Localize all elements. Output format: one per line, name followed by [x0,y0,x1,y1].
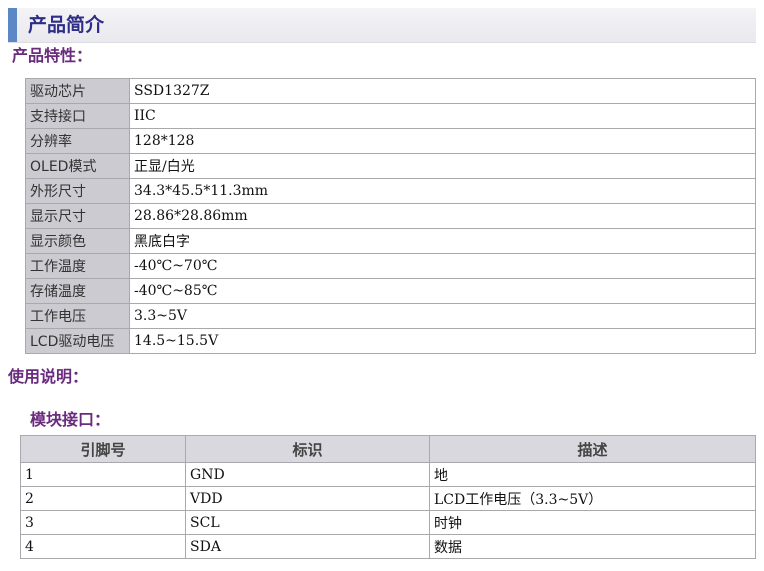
pin-label: SCL [185,510,430,535]
column-header-label: 标识 [185,435,430,463]
pin-description: 时钟 [429,510,756,535]
table-row: OLED模式 正显/白光 [25,153,756,179]
table-row: 2 VDD LCD工作电压（3.3~5V） [19,486,756,511]
table-row: 分辨率 128*128 [25,128,756,154]
table-row: 外形尺寸 34.3*45.5*11.3mm [25,178,756,204]
table-row: 存储温度 -40℃~85℃ [25,278,756,304]
pin-label: SDA [185,534,430,559]
table-row: 3 SCL 时钟 [19,510,756,535]
usage-heading: 使用说明： [8,367,89,386]
spec-value: -40℃~85℃ [129,278,756,304]
interface-heading: 模块接口： [30,410,111,429]
spec-key: 驱动芯片 [25,78,130,104]
pin-number: 4 [19,534,187,559]
pin-number: 3 [19,510,187,535]
table-row: 支持接口 IIC [25,103,756,129]
table-row: 显示尺寸 28.86*28.86mm [25,203,756,229]
spec-key: 显示颜色 [25,228,130,254]
header-accent-bar [8,8,17,42]
pin-label: GND [185,462,430,487]
spec-key: 显示尺寸 [25,203,130,229]
spec-key: 分辨率 [25,128,130,154]
table-header-row: 引脚号 标识 描述 [19,435,756,463]
spec-value: 正显/白光 [129,153,756,179]
spec-value: 128*128 [129,128,756,154]
pin-number: 1 [19,462,187,487]
spec-value: 14.5~15.5V [129,328,756,354]
spec-key: OLED模式 [25,153,130,179]
pin-description: 数据 [429,534,756,559]
spec-key: LCD驱动电压 [25,328,130,354]
spec-value: SSD1327Z [129,78,756,104]
column-header-pin: 引脚号 [19,435,187,463]
pin-description: 地 [429,462,756,487]
table-row: LCD驱动电压 14.5~15.5V [25,328,756,354]
pin-number: 2 [19,486,187,511]
spec-key: 工作温度 [25,253,130,279]
spec-key: 工作电压 [25,303,130,329]
spec-value: -40℃~70℃ [129,253,756,279]
table-row: 4 SDA 数据 [19,534,756,559]
spec-value: 34.3*45.5*11.3mm [129,178,756,204]
table-row: 工作电压 3.3~5V [25,303,756,329]
spec-value: 28.86*28.86mm [129,203,756,229]
page-title: 产品简介 [28,14,105,36]
spec-table: 驱动芯片 SSD1327Z 支持接口 IIC 分辨率 128*128 OLED模式 正显… [25,78,756,354]
spec-value: 黑底白字 [129,228,756,254]
pin-table: 引脚号 标识 描述 1 GND 地 2 VDD LCD工作电压（3.3~5V） 3 SCL… [19,435,756,559]
table-row: 工作温度 -40℃~70℃ [25,253,756,279]
spec-value: IIC [129,103,756,129]
features-heading: 产品特性： [12,46,93,65]
spec-value: 3.3~5V [129,303,756,329]
spec-key: 支持接口 [25,103,130,129]
table-row: 驱动芯片 SSD1327Z [25,78,756,104]
table-row: 1 GND 地 [19,462,756,487]
spec-key: 存储温度 [25,278,130,304]
table-row: 显示颜色 黑底白字 [25,228,756,254]
page-header: 产品简介 [8,8,756,43]
pin-description: LCD工作电压（3.3~5V） [429,486,756,511]
spec-key: 外形尺寸 [25,178,130,204]
pin-label: VDD [185,486,430,511]
column-header-description: 描述 [429,435,756,463]
